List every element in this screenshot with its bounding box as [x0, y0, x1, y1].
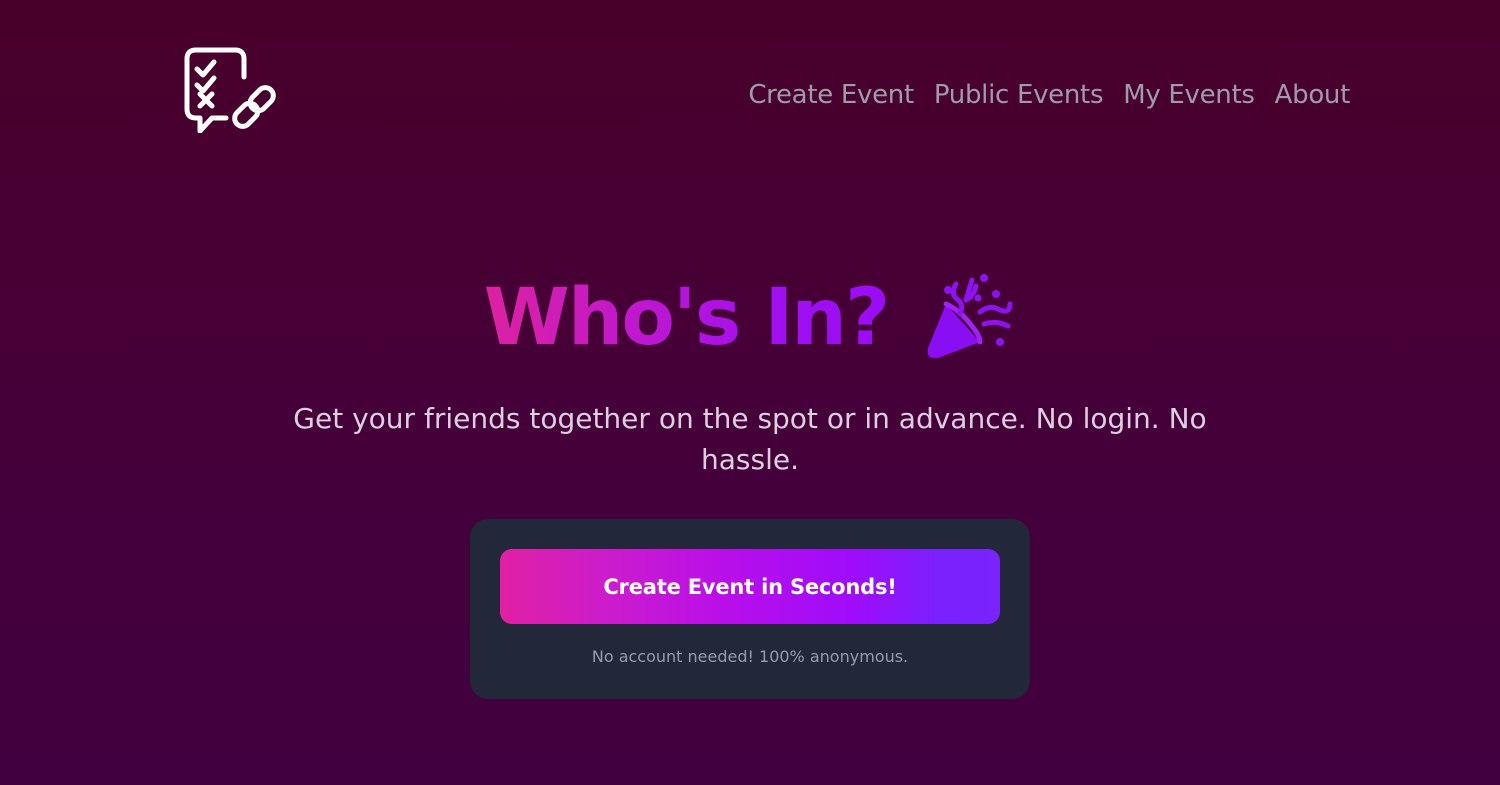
anonymity-note: No account needed! 100% anonymous.	[591, 647, 909, 666]
page-title: Who's In?	[484, 270, 890, 366]
party-popper-icon	[927, 274, 1013, 358]
nav-public-events[interactable]: Public Events	[934, 80, 1104, 110]
nav-about[interactable]: About	[1275, 80, 1351, 110]
create-event-button[interactable]: Create Event in Seconds!	[500, 549, 1000, 624]
hero-heading: Who's In?	[0, 270, 1500, 366]
nav-create-event[interactable]: Create Event	[748, 80, 914, 110]
main-nav: Create Event Public Events My Events Abo…	[748, 80, 1350, 110]
cta-card: Create Event in Seconds! No account need…	[470, 519, 1030, 699]
nav-my-events[interactable]: My Events	[1123, 80, 1255, 110]
hero-subtitle: Get your friends together on the spot or…	[293, 402, 1207, 476]
checklist-chat-link-icon[interactable]	[182, 45, 282, 133]
